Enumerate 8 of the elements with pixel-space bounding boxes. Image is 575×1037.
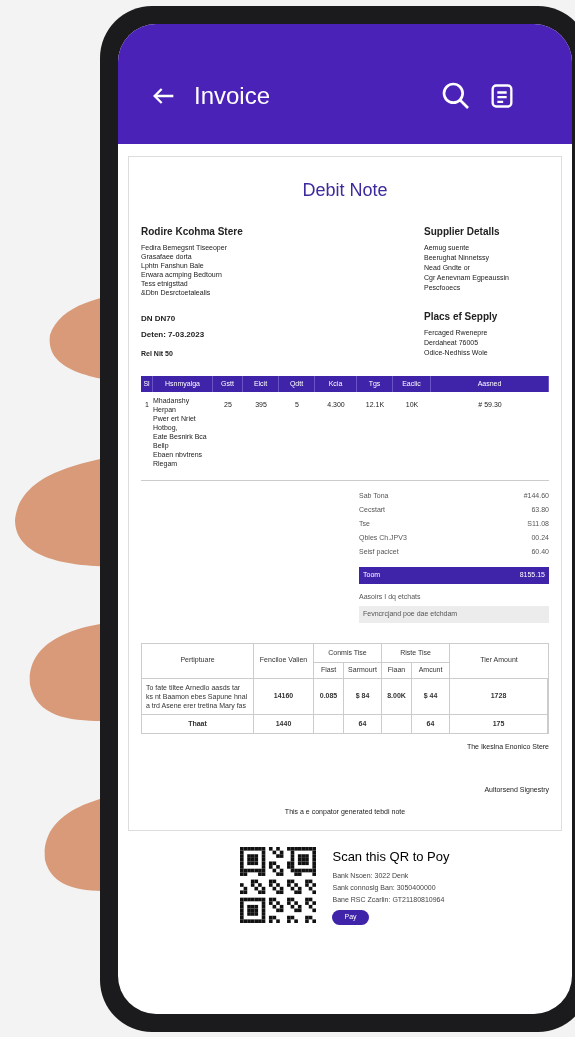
buyer-name: Rodire Kcohma Stere xyxy=(141,225,243,239)
qr-title: Scan this QR to Poy xyxy=(332,847,450,866)
document-title: Debit Note xyxy=(301,179,389,202)
supply-place-heading: Placs ef Sepply xyxy=(424,310,499,324)
supplier-heading: Supplier Detalls xyxy=(424,225,501,239)
note-number: DN DN70 xyxy=(141,313,177,325)
note-date: Deten: 7-03.2023 xyxy=(141,329,206,341)
app-bar-title: Invoice xyxy=(194,81,272,111)
